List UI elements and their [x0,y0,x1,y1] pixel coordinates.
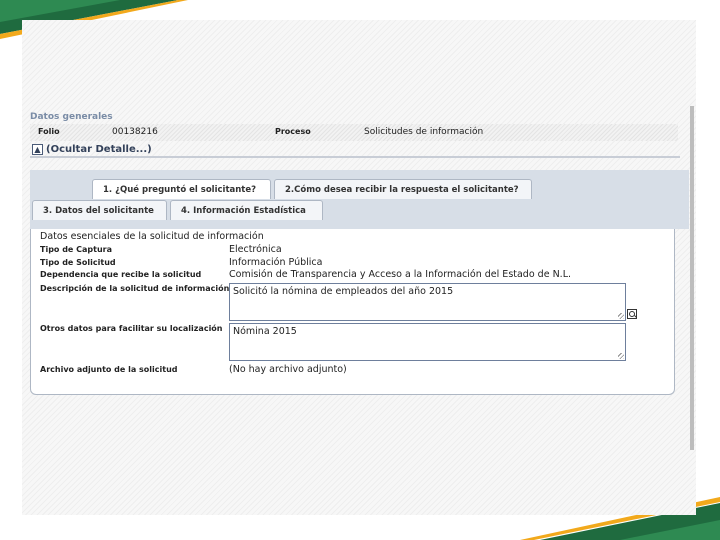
request-type-label: Tipo de Solicitud [40,258,116,267]
description-textarea[interactable]: Solicitó la nómina de empleados del año … [229,283,626,321]
process-value: Solicitudes de información [364,127,484,137]
tab-requester-data[interactable]: 3. Datos del solicitante [32,200,167,220]
tab-question[interactable]: 1. ¿Qué preguntó el solicitante? [92,179,271,199]
receiving-agency-label: Dependencia que recibe la solicitud [40,270,202,279]
description-value: Solicitó la nómina de empleados del año … [233,286,454,297]
capture-type-label: Tipo de Captura [40,245,113,254]
resize-grip-icon[interactable] [618,313,624,319]
folio-label: Folio [38,127,60,136]
general-info-row: Folio 00138216 Proceso Solicitudes de in… [30,124,678,141]
folio-value: 00138216 [112,127,158,137]
hide-details-toggle[interactable]: ▲ (Ocultar Detalle...) [30,143,680,158]
window-scrollbar-edge [690,106,694,450]
attachment-label: Archivo adjunto de la solicitud [40,365,178,374]
capture-type-value: Electrónica [229,244,282,255]
receiving-agency-value: Comisión de Transparencia y Acceso a la … [229,269,572,280]
hide-details-label[interactable]: (Ocultar Detalle...) [46,144,152,155]
collapse-up-icon[interactable]: ▲ [32,144,43,155]
general-section-title: Datos generales [30,112,113,122]
request-section-title: Datos esenciales de la solicitud de info… [40,231,264,242]
attachment-value: (No hay archivo adjunto) [229,364,347,375]
zoom-icon[interactable] [627,309,637,319]
tab-statistics[interactable]: 4. Información Estadística [170,200,323,220]
resize-grip-icon[interactable] [618,353,624,359]
request-type-value: Información Pública [229,257,323,268]
tab-delivery-method[interactable]: 2.Cómo desea recibir la respuesta el sol… [274,179,532,199]
other-data-label: Otros datos para facilitar su localizaci… [40,324,223,333]
other-data-value: Nómina 2015 [233,326,297,337]
process-label: Proceso [275,127,311,136]
other-data-textarea[interactable]: Nómina 2015 [229,323,626,361]
description-label: Descripción de la solicitud de informaci… [40,284,230,293]
